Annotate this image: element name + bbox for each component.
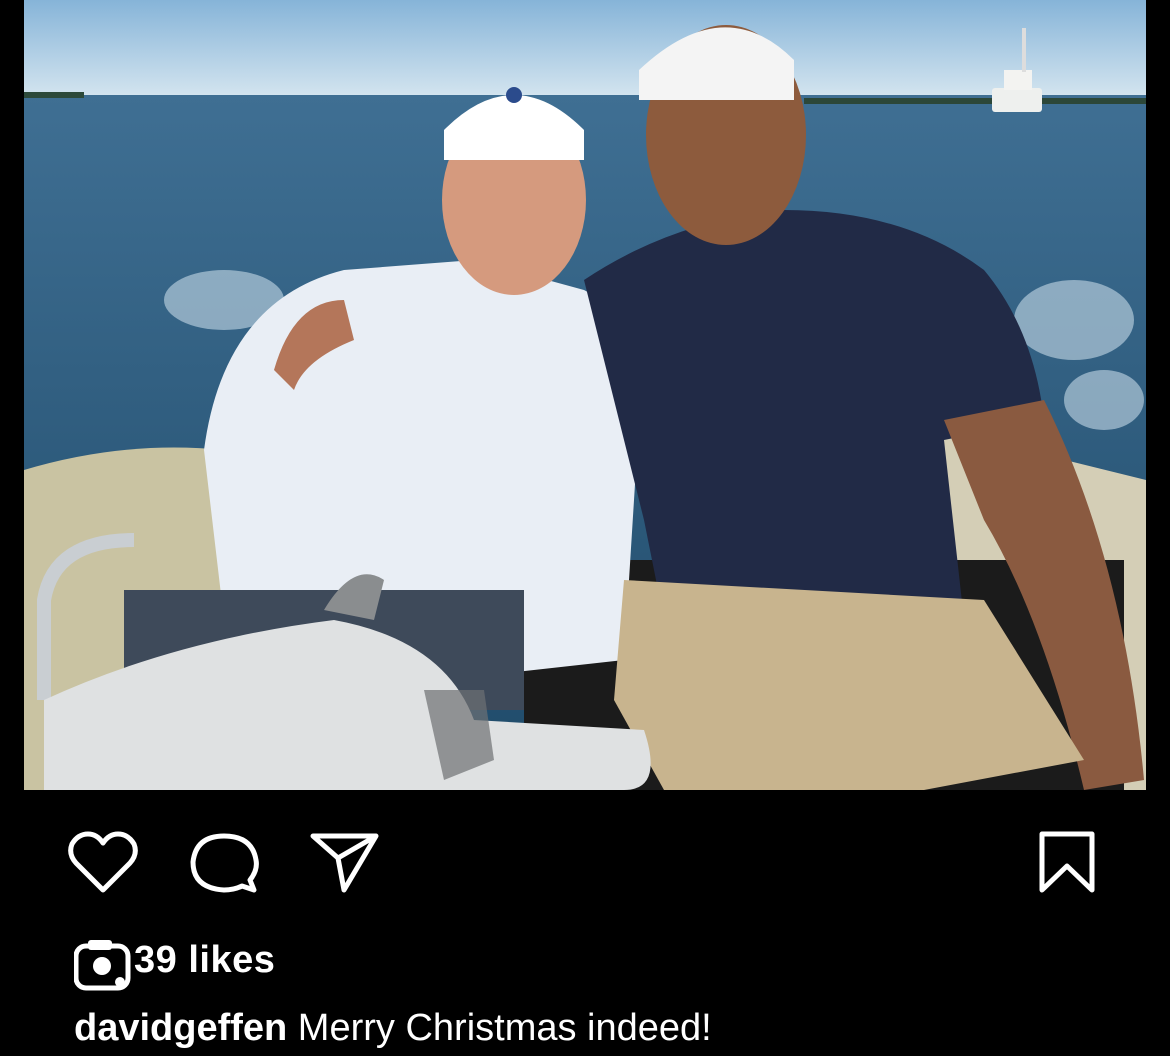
heart-icon[interactable] bbox=[66, 830, 140, 896]
caption-text: Merry Christmas indeed! bbox=[287, 1007, 712, 1049]
comment-bubble-icon[interactable] bbox=[188, 830, 260, 896]
post-action-bar bbox=[0, 820, 1170, 900]
post-photo[interactable] bbox=[24, 0, 1146, 790]
send-paper-plane-icon[interactable] bbox=[308, 830, 382, 896]
likes-count-text: 39 likes bbox=[134, 939, 276, 981]
google-lens-icon[interactable] bbox=[73, 938, 132, 992]
username-link[interactable]: davidgeffen bbox=[74, 1007, 287, 1049]
photo-illustration bbox=[24, 0, 1146, 790]
post-caption: davidgeffen Merry Christmas indeed! bbox=[74, 1005, 712, 1051]
bookmark-icon[interactable] bbox=[1036, 830, 1100, 896]
likes-count[interactable]: 39 likes bbox=[134, 938, 275, 982]
